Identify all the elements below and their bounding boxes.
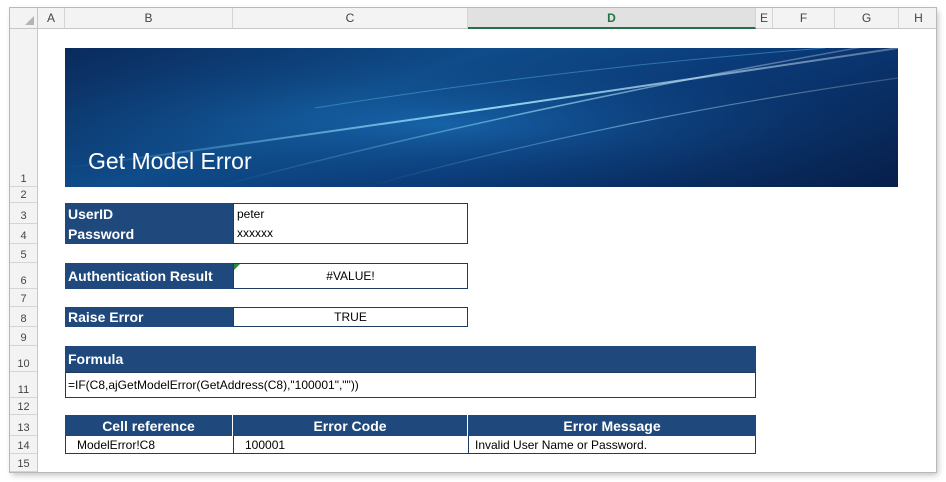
column-header-g[interactable]: G (835, 8, 899, 29)
row-header-6[interactable]: 6 (10, 263, 38, 289)
formula-label: Formula (65, 346, 756, 372)
password-value-cell[interactable]: xxxxxx (233, 223, 468, 244)
column-header-d[interactable]: D (468, 8, 756, 29)
row-header-2[interactable]: 2 (10, 187, 38, 203)
column-header-e[interactable]: E (756, 8, 773, 29)
auth-result-value: #VALUE! (326, 269, 375, 283)
formula-text-cell[interactable]: =IF(C8,ajGetModelError(GetAddress(C8),"1… (65, 372, 756, 398)
password-label: Password (65, 224, 233, 244)
column-header-b[interactable]: B (65, 8, 233, 29)
column-header-f[interactable]: F (773, 8, 835, 29)
column-header-a[interactable]: A (38, 8, 65, 29)
row-header-11[interactable]: 11 (10, 372, 38, 398)
col-header-cell-reference: Cell reference (65, 415, 233, 436)
error-indicator-icon (234, 264, 240, 270)
row-header-13[interactable]: 13 (10, 415, 38, 436)
row-header-5[interactable]: 5 (10, 244, 38, 263)
userid-label: UserID (65, 203, 233, 224)
row-header-8[interactable]: 8 (10, 307, 38, 327)
title-banner: Get Model Error (65, 48, 898, 187)
row-header-1[interactable]: 1 (10, 29, 38, 187)
error-message-value[interactable]: Invalid User Name or Password. (469, 436, 755, 453)
userid-value-cell[interactable]: peter (233, 203, 468, 224)
raise-error-value: TRUE (334, 310, 367, 324)
row-header-10[interactable]: 10 (10, 346, 38, 372)
raise-error-label: Raise Error (65, 307, 233, 327)
table-row: ModelError!C8 100001 Invalid User Name o… (65, 436, 756, 454)
column-header-h[interactable]: H (899, 8, 936, 29)
select-all-corner[interactable] (10, 8, 38, 29)
row-header-7[interactable]: 7 (10, 289, 38, 307)
row-header-15[interactable]: 15 (10, 454, 38, 472)
col-header-error-message: Error Message (468, 415, 756, 436)
spreadsheet-window: A B C D E F G H 1 2 3 4 5 6 7 8 9 10 11 … (10, 8, 936, 472)
row-header-14[interactable]: 14 (10, 436, 38, 454)
row-header-4[interactable]: 4 (10, 224, 38, 244)
cell-reference-value[interactable]: ModelError!C8 (66, 436, 234, 453)
auth-result-label: Authentication Result (65, 263, 233, 289)
error-code-value[interactable]: 100001 (234, 436, 469, 453)
raise-error-cell[interactable]: TRUE (233, 307, 468, 327)
row-header-12[interactable]: 12 (10, 398, 38, 415)
row-header-3[interactable]: 3 (10, 203, 38, 224)
row-header-9[interactable]: 9 (10, 327, 38, 346)
auth-result-cell[interactable]: #VALUE! (233, 263, 468, 289)
banner-title: Get Model Error (88, 148, 252, 174)
col-header-error-code: Error Code (233, 415, 468, 436)
column-header-c[interactable]: C (233, 8, 468, 29)
